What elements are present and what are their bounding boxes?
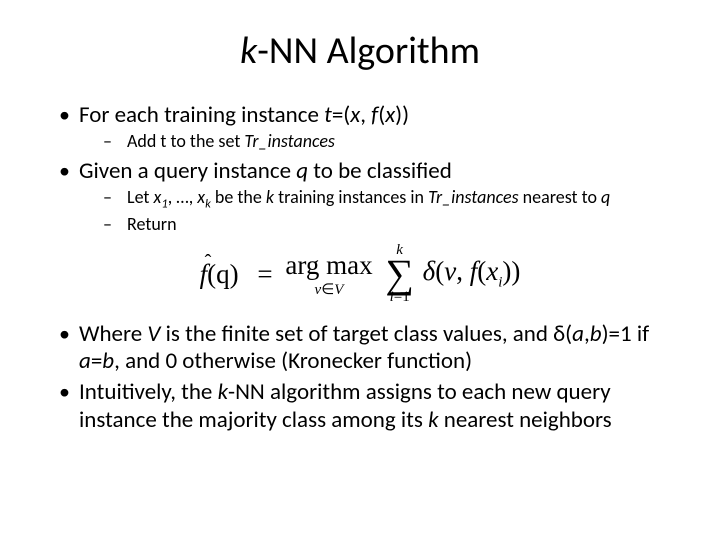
b2-q: q — [296, 157, 308, 185]
formula-argmax-text: arg max — [285, 250, 372, 281]
b1-end: )) — [395, 101, 409, 129]
formula-sigma: k ∑ i=1 — [385, 243, 414, 305]
formula-argmax-sub: v∈V — [285, 280, 372, 299]
b3-end: , and 0 otherwise (Kronecker function) — [114, 347, 472, 375]
b3-b2: b — [102, 347, 114, 375]
b2a-set: Tr_instances — [428, 186, 519, 208]
formula-v: v — [444, 256, 456, 286]
bullet-1-sub: Add t to the set Tr_instances — [79, 131, 665, 152]
title-rest: -NN Algorithm — [257, 28, 480, 74]
formula-open2: ( — [477, 256, 486, 286]
b2a-pre: Let — [127, 186, 154, 208]
b2a-mid1: , …, — [168, 186, 198, 208]
b1-t: t — [324, 101, 332, 129]
formula-fq: (q) — [207, 259, 238, 289]
bullet-1: For each training instance t=(x, f(x)) A… — [55, 102, 665, 152]
b4-pre: Intuitively, the — [79, 378, 218, 406]
formula-hat: ˆ — [205, 251, 212, 274]
formula-sigma-bot: i=1 — [385, 290, 414, 305]
b2a-mid4: nearest to — [519, 186, 601, 208]
formula-lhs: ˆ f(q) — [200, 259, 239, 290]
formula-sigma-symbol: ∑ — [385, 256, 414, 292]
bullet-2b: Return — [79, 214, 665, 235]
formula-close: )) — [502, 256, 520, 286]
b3-pre: Where — [79, 320, 147, 348]
b2a-mid3: training instances in — [274, 186, 428, 208]
b2-end: to be classified — [308, 157, 452, 185]
b1a-pre: Add t to the set — [127, 130, 244, 152]
b4-k2: k — [428, 406, 438, 434]
bullet-4: Intuitively, the k-NN algorithm assigns … — [55, 379, 665, 433]
b1-text-pre: For each training instance — [79, 101, 324, 129]
bullet-list-2: Where V is the finite set of target clas… — [55, 321, 665, 434]
bullet-list: For each training instance t=(x, f(x)) A… — [55, 102, 665, 235]
b1-x: x — [350, 101, 360, 129]
b2a-k: k — [266, 186, 274, 208]
formula-rx: x — [486, 256, 498, 286]
title-k: k — [240, 28, 257, 74]
slide-title: k-NN Algorithm — [55, 28, 665, 74]
b2-pre: Given a query instance — [79, 157, 296, 185]
formula-delta: δ — [423, 256, 436, 286]
b2a-mid2: be the — [211, 186, 266, 208]
b3-a: a — [572, 320, 584, 348]
b1-mid1: =( — [332, 101, 350, 129]
bullet-2-sub: Let x1, …, xk be the k training instance… — [79, 187, 665, 235]
b4-k: k — [218, 378, 228, 406]
bullet-1a: Add t to the set Tr_instances — [79, 131, 665, 152]
bullet-3: Where V is the finite set of target clas… — [55, 321, 665, 375]
slide: k-NN Algorithm For each training instanc… — [0, 0, 720, 540]
formula-rhs: δ(v, f(xi)) — [423, 256, 521, 291]
b3-V: V — [147, 320, 160, 348]
b3-b: b — [590, 320, 602, 348]
formula-eq: = — [257, 259, 272, 290]
formula-comma: , — [456, 256, 470, 286]
formula-open: ( — [435, 256, 444, 286]
b3-mid4: = — [91, 347, 102, 375]
b1a-set: Tr_instances — [244, 130, 335, 152]
b2b: Return — [127, 213, 177, 235]
b3-mid1: is the finite set of target class values… — [160, 320, 572, 348]
b2a-xk: x — [197, 186, 205, 208]
b4-end: nearest neighbors — [439, 406, 612, 434]
bullet-2: Given a query instance q to be classifie… — [55, 158, 665, 235]
b2a-q: q — [601, 186, 610, 208]
bullet-2a: Let x1, …, xk be the k training instance… — [79, 187, 665, 212]
formula: ˆ f(q) = arg max v∈V k ∑ i=1 δ(v, f(xi)) — [55, 243, 665, 305]
b1-x2: x — [385, 101, 395, 129]
b3-a2: a — [79, 347, 91, 375]
b1-mid2: , — [360, 101, 371, 129]
b3-mid3: )=1 if — [602, 320, 650, 348]
formula-argmax: arg max v∈V — [285, 250, 372, 299]
